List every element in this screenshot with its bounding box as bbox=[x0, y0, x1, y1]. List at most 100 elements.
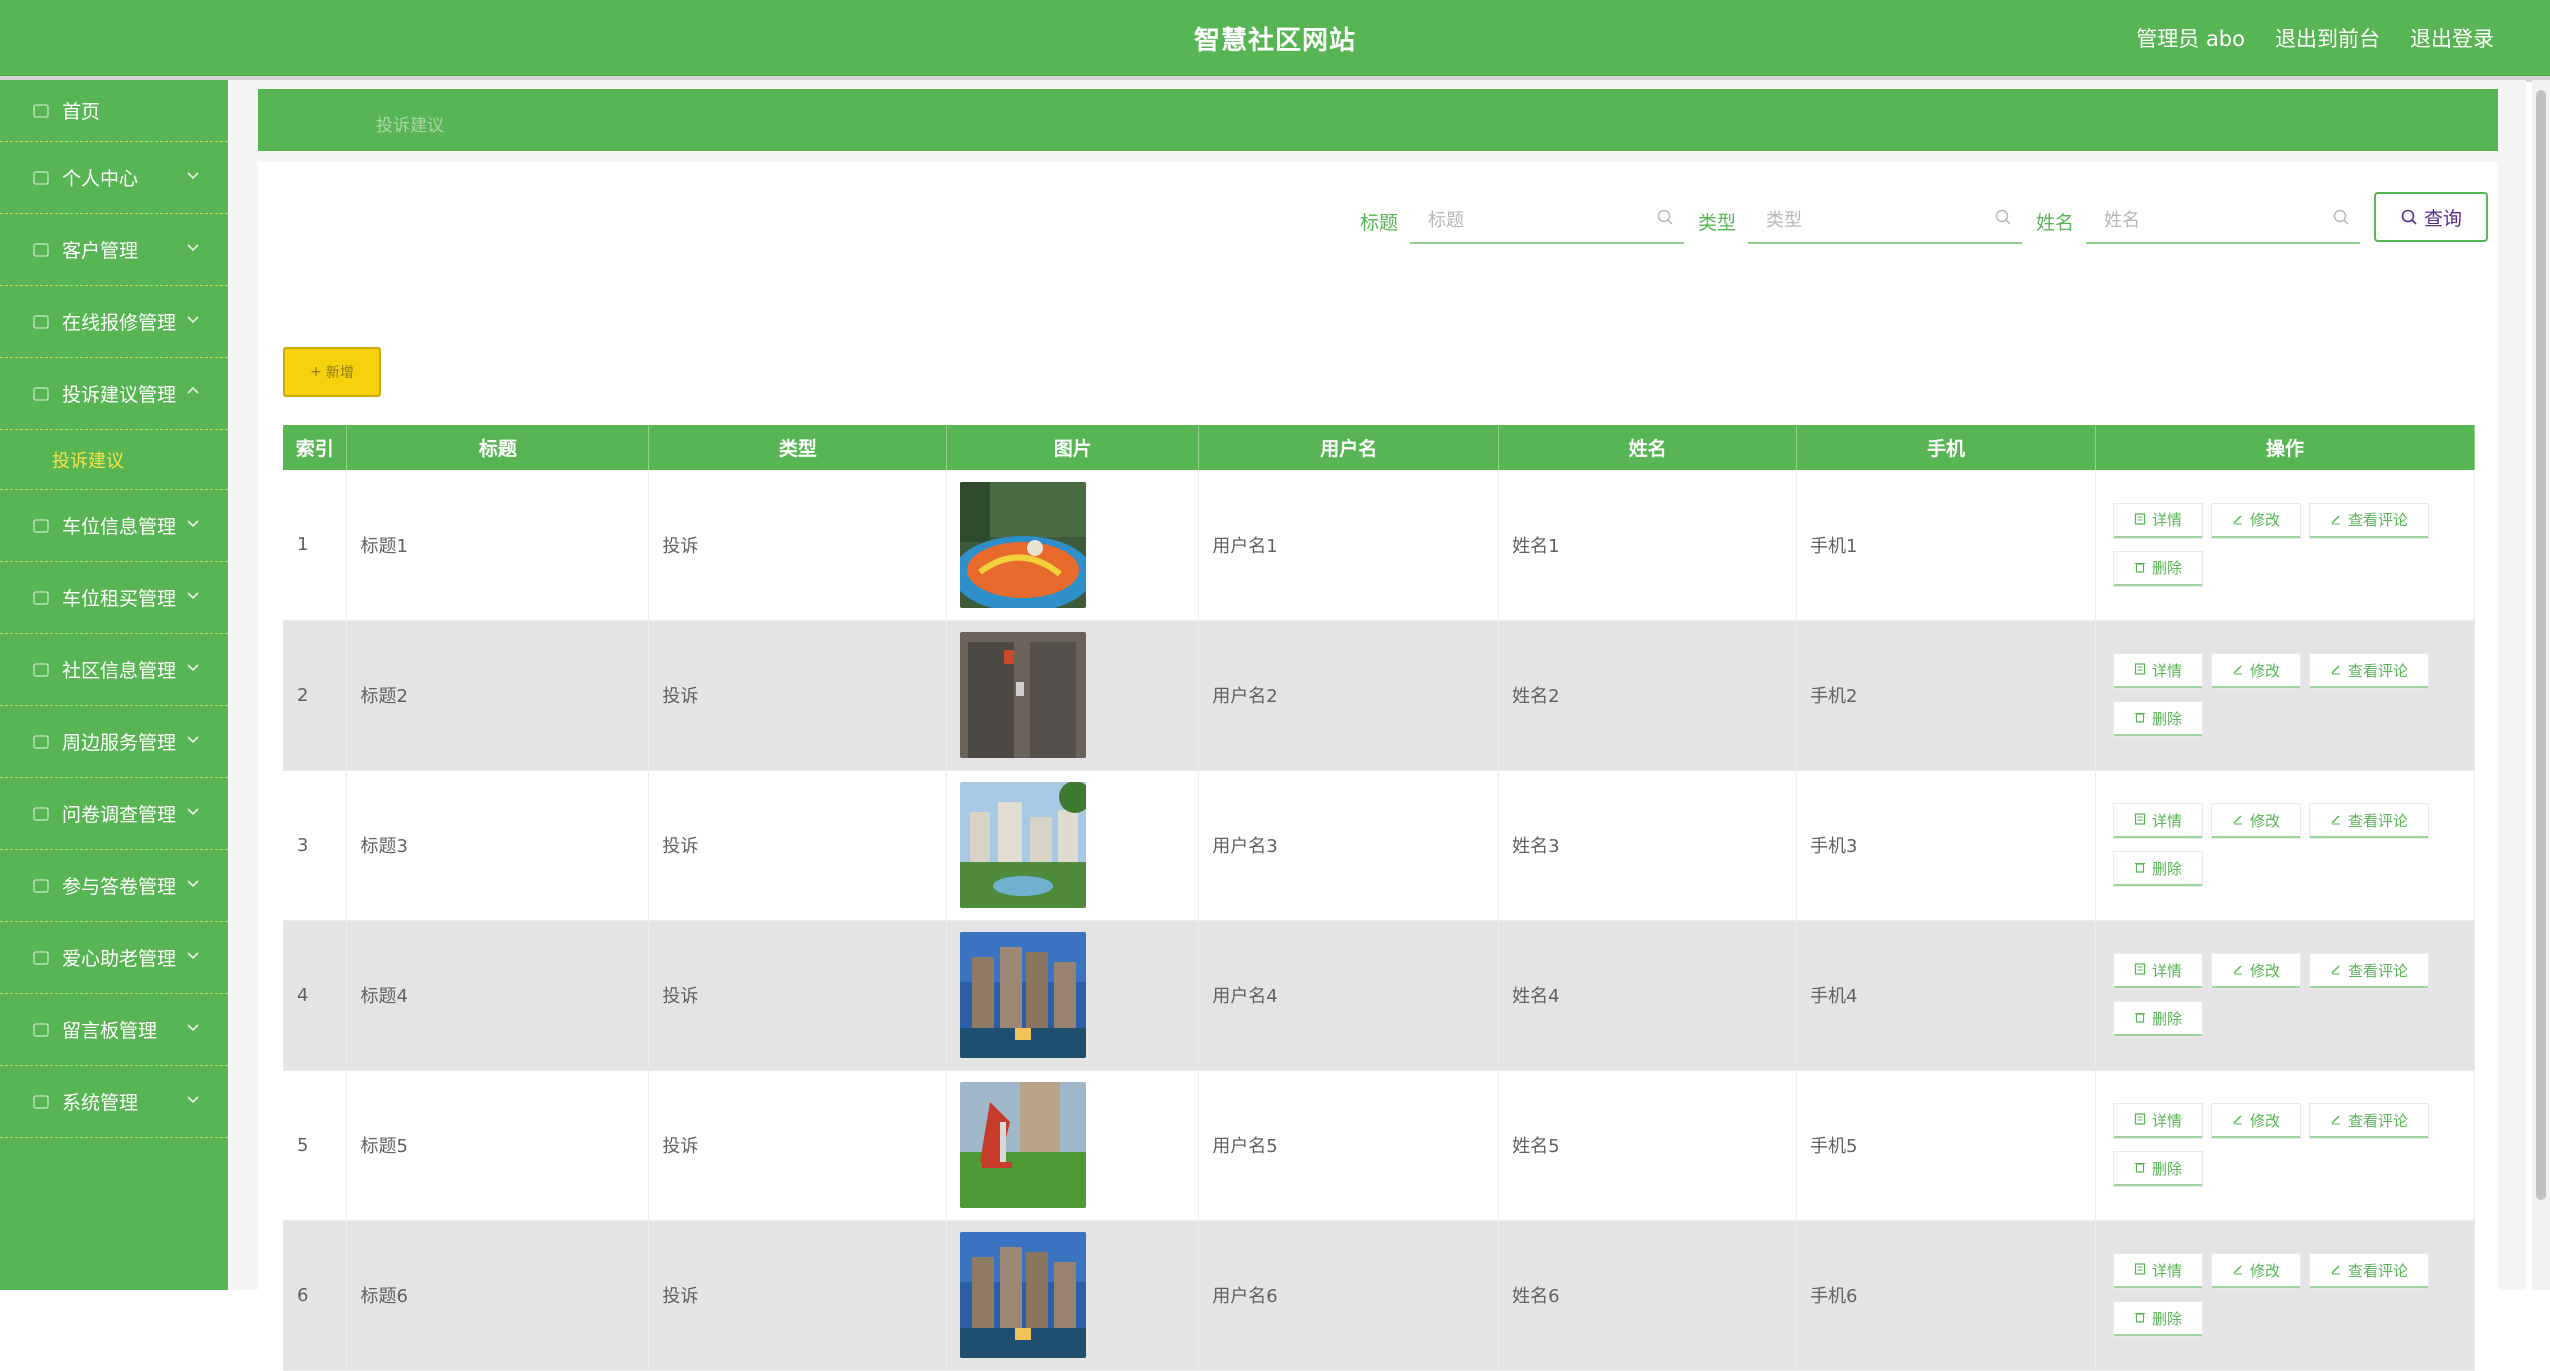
view-comments-button[interactable]: 查看评论 bbox=[2310, 654, 2429, 688]
cell-title: 标题3 bbox=[346, 770, 650, 921]
cell-type: 投诉 bbox=[648, 1220, 948, 1371]
document-icon bbox=[2134, 961, 2146, 979]
sidebar-item-2[interactable]: 客户管理 bbox=[0, 214, 228, 286]
sidebar-item-4[interactable]: 投诉建议管理 bbox=[0, 358, 228, 430]
cell-name: 姓名1 bbox=[1498, 470, 1798, 621]
sidebar-item-10[interactable]: 参与答卷管理 bbox=[0, 850, 228, 922]
document-icon bbox=[2134, 511, 2146, 529]
delete-button[interactable]: 删除 bbox=[2113, 1002, 2202, 1036]
view-comments-button[interactable]: 查看评论 bbox=[2310, 954, 2429, 988]
sidebar-item-6[interactable]: 车位租买管理 bbox=[0, 562, 228, 634]
table-row: 4 标题4 投诉 用户名4 姓名4 手机4 详情 修改 查看评论 删除 bbox=[283, 920, 2476, 1071]
key-icon bbox=[30, 587, 52, 609]
detail-button[interactable]: 详情 bbox=[2113, 503, 2202, 538]
edit-button[interactable]: 修改 bbox=[2211, 654, 2300, 688]
delete-button[interactable]: 删除 bbox=[2113, 702, 2202, 736]
detail-button[interactable]: 详情 bbox=[2113, 654, 2202, 688]
document-icon bbox=[2134, 661, 2146, 679]
name-search-input[interactable]: 姓名 bbox=[2086, 190, 2360, 244]
delete-button[interactable]: 删除 bbox=[2113, 551, 2202, 586]
sidebar-item-label: 车位信息管理 bbox=[62, 516, 177, 538]
cell-index: 3 bbox=[283, 770, 348, 921]
type-search-field: 类型 类型 bbox=[1698, 190, 2028, 244]
cell-username: 用户名4 bbox=[1198, 920, 1500, 1071]
query-button[interactable]: 查询 bbox=[2374, 192, 2488, 242]
sidebar-item-7[interactable]: 社区信息管理 bbox=[0, 634, 228, 706]
name-search-placeholder: 姓名 bbox=[2104, 210, 2140, 231]
sidebar-item-8[interactable]: 周边服务管理 bbox=[0, 706, 228, 778]
title-search-input[interactable]: 标题 bbox=[1410, 190, 1684, 244]
comments-label: 查看评论 bbox=[2348, 1261, 2409, 1280]
pencil-icon bbox=[2330, 1111, 2342, 1129]
delete-button[interactable]: 删除 bbox=[2113, 1152, 2202, 1186]
sidebar-item-5[interactable]: 车位信息管理 bbox=[0, 490, 228, 562]
sidebar: 首页个人中心客户管理在线报修管理 投诉建议管理 投诉建议车位信息管理车位租买管理 社区… bbox=[0, 80, 228, 1290]
edit-button[interactable]: 修改 bbox=[2211, 1254, 2300, 1288]
cell-type: 投诉 bbox=[648, 920, 948, 1071]
thumbnail-image bbox=[960, 632, 1198, 758]
edit-button[interactable]: 修改 bbox=[2211, 1104, 2300, 1138]
cell-phone: 手机1 bbox=[1796, 470, 2096, 621]
logout-link[interactable]: 退出登录 bbox=[2410, 23, 2494, 53]
chevron-down-icon bbox=[184, 730, 202, 748]
cell-username: 用户名2 bbox=[1198, 620, 1500, 771]
scrollbar-thumb[interactable] bbox=[2536, 90, 2546, 1200]
breadcrumb: 投诉建议 bbox=[258, 89, 2498, 151]
cell-image bbox=[946, 620, 1200, 771]
sidebar-item-13[interactable]: 系统管理 bbox=[0, 1066, 228, 1138]
edit-button[interactable]: 修改 bbox=[2211, 503, 2300, 538]
top-bar: 智慧社区网站 管理员 abo 退出到前台 退出登录 bbox=[0, 0, 2550, 76]
delete-button[interactable]: 删除 bbox=[2113, 852, 2202, 886]
sidebar-item-9[interactable]: 问卷调查管理 bbox=[0, 778, 228, 850]
pencil-icon bbox=[2232, 1261, 2244, 1279]
view-comments-button[interactable]: 查看评论 bbox=[2310, 1254, 2429, 1288]
detail-button[interactable]: 详情 bbox=[2113, 954, 2202, 988]
add-button[interactable]: + 新增 bbox=[283, 347, 381, 397]
view-comments-button[interactable]: 查看评论 bbox=[2310, 503, 2429, 538]
folder-icon bbox=[30, 239, 52, 261]
detail-label: 详情 bbox=[2151, 961, 2182, 980]
sidebar-item-3[interactable]: 在线报修管理 bbox=[0, 286, 228, 358]
pen-icon bbox=[30, 875, 52, 897]
delete-label: 删除 bbox=[2151, 1309, 2182, 1328]
sidebar-subitem-complaints[interactable]: 投诉建议 bbox=[0, 430, 228, 490]
page-scrollbar[interactable] bbox=[2532, 80, 2550, 1290]
cell-type: 投诉 bbox=[648, 620, 948, 771]
sidebar-item-label: 个人中心 bbox=[62, 168, 139, 190]
detail-button[interactable]: 详情 bbox=[2113, 1104, 2202, 1138]
delete-label: 删除 bbox=[2151, 859, 2182, 878]
type-search-placeholder: 类型 bbox=[1766, 210, 1802, 231]
sidebar-item-11[interactable]: 爱心助老管理 bbox=[0, 922, 228, 994]
document-icon bbox=[2134, 811, 2146, 829]
trash-icon bbox=[2134, 1159, 2146, 1177]
cell-username: 用户名5 bbox=[1198, 1070, 1500, 1221]
chevron-down-icon bbox=[184, 586, 202, 604]
delete-button[interactable]: 删除 bbox=[2113, 1302, 2202, 1336]
exit-to-front-link[interactable]: 退出到前台 bbox=[2275, 23, 2380, 53]
view-comments-button[interactable]: 查看评论 bbox=[2310, 1104, 2429, 1138]
pencil-icon bbox=[2330, 661, 2342, 679]
sidebar-item-label: 客户管理 bbox=[62, 240, 139, 262]
cell-username: 用户名3 bbox=[1198, 770, 1500, 921]
sidebar-item-label: 周边服务管理 bbox=[62, 732, 177, 754]
pencil-icon bbox=[2232, 511, 2244, 529]
header-name: 姓名 bbox=[1498, 425, 1798, 470]
cell-image bbox=[946, 920, 1200, 1071]
cell-phone: 手机4 bbox=[1796, 920, 2096, 1071]
sidebar-item-1[interactable]: 个人中心 bbox=[0, 142, 228, 214]
type-search-input[interactable]: 类型 bbox=[1748, 190, 2022, 244]
pencil-icon bbox=[2232, 661, 2244, 679]
sidebar-item-0[interactable]: 首页 bbox=[0, 80, 228, 142]
edit-button[interactable]: 修改 bbox=[2211, 804, 2300, 838]
chevron-down-icon bbox=[184, 658, 202, 676]
detail-button[interactable]: 详情 bbox=[2113, 804, 2202, 838]
breadcrumb-current[interactable]: 投诉建议 bbox=[376, 111, 444, 136]
heart-icon bbox=[30, 947, 52, 969]
main-area: 投诉建议 标题 标题 类型 类型 姓名 姓名 查询 + 新增 索引 标题 类型 … bbox=[228, 80, 2526, 1371]
cell-title: 标题5 bbox=[346, 1070, 650, 1221]
detail-button[interactable]: 详情 bbox=[2113, 1254, 2202, 1288]
edit-button[interactable]: 修改 bbox=[2211, 954, 2300, 988]
view-comments-button[interactable]: 查看评论 bbox=[2310, 804, 2429, 838]
header-index: 索引 bbox=[283, 425, 348, 470]
sidebar-item-12[interactable]: 留言板管理 bbox=[0, 994, 228, 1066]
